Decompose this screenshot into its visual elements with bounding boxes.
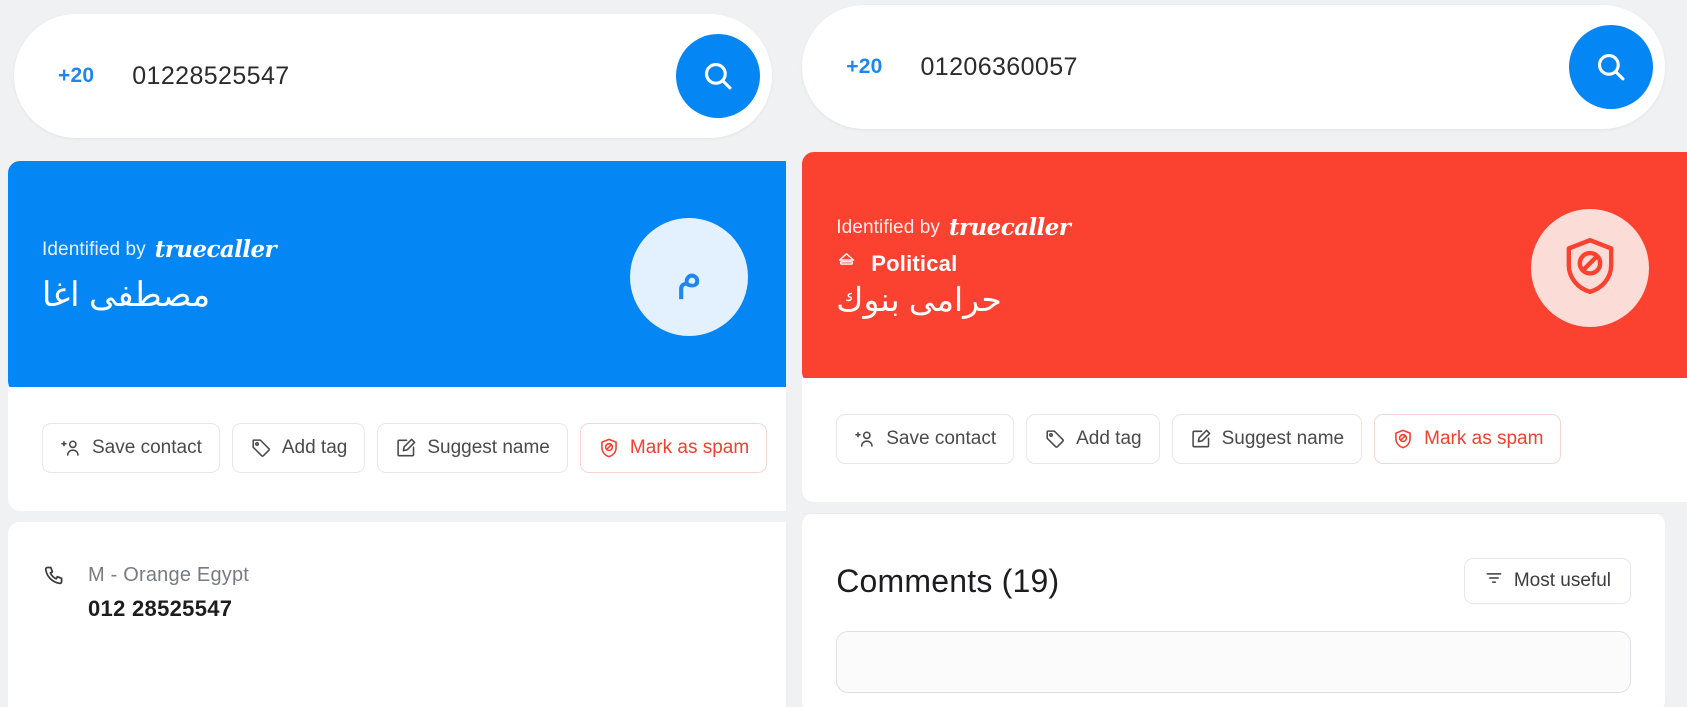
ballot-box-icon — [836, 251, 857, 277]
edit-square-icon — [395, 437, 417, 459]
right-country-code[interactable]: +20 — [846, 55, 882, 79]
left-suggest-name-button[interactable]: Suggest name — [377, 423, 568, 473]
right-avatar — [1531, 209, 1649, 327]
person-add-icon — [60, 437, 82, 459]
right-spam-tag-row: Political — [836, 251, 1531, 277]
left-mark-as-spam-button[interactable]: Mark as spam — [579, 423, 768, 473]
person-add-icon — [854, 428, 876, 450]
search-icon — [701, 59, 735, 93]
shield-block-icon — [598, 437, 620, 459]
left-search-bar[interactable]: +20 — [14, 14, 773, 138]
right-identified-row: Identified by truecaller — [836, 214, 1531, 241]
shield-block-icon — [1557, 233, 1623, 304]
panel-gutter — [786, 0, 795, 707]
left-search-button[interactable] — [676, 34, 761, 118]
right-contact-name: حرامى بنوك — [836, 281, 1002, 319]
right-phone-input[interactable] — [920, 52, 1569, 82]
left-suggest-name-label: Suggest name — [427, 437, 550, 458]
right-search-bar[interactable]: +20 — [802, 5, 1665, 129]
left-country-code[interactable]: +20 — [58, 64, 94, 88]
truecaller-dual-result-screen: +20 Identified by truecaller — [0, 0, 1687, 707]
right-truecaller-logo: truecaller — [949, 214, 1071, 242]
left-identity-text: Identified by truecaller مصطفى اغا — [8, 236, 630, 317]
shield-block-icon — [1392, 428, 1414, 450]
right-identified-by-label: Identified by — [836, 216, 941, 238]
left-number-meta: M - Orange Egypt 012 28525547 — [88, 564, 249, 622]
comments-title: Comments (19) — [836, 562, 1060, 599]
search-icon — [1594, 50, 1628, 84]
right-mark-as-spam-button[interactable]: Mark as spam — [1374, 414, 1562, 464]
right-mark-as-spam-label: Mark as spam — [1424, 428, 1544, 449]
right-suggest-name-button[interactable]: Suggest name — [1171, 414, 1363, 464]
avatar-initial-letter: م — [676, 251, 703, 298]
tag-icon — [250, 437, 272, 459]
filter-icon — [1484, 568, 1504, 594]
left-carrier-label: M - Orange Egypt — [88, 564, 250, 586]
right-suggest-name-label: Suggest name — [1221, 428, 1345, 449]
left-identity-card: Identified by truecaller مصطفى اغا م — [8, 161, 787, 393]
edit-square-icon — [1190, 428, 1212, 450]
left-mark-as-spam-label: Mark as spam — [629, 437, 750, 458]
right-search-button[interactable] — [1569, 25, 1653, 109]
comments-sort-label: Most useful — [1513, 570, 1611, 591]
left-add-tag-label: Add tag — [281, 437, 348, 458]
right-save-contact-label: Save contact — [886, 428, 997, 449]
left-contact-name: مصطفى اغا — [42, 276, 211, 315]
right-add-tag-label: Add tag — [1076, 428, 1142, 449]
left-search-area: +20 — [0, 0, 786, 138]
left-identified-row: Identified by truecaller — [42, 236, 630, 263]
left-actions-row: Save contact Add tag Suggest name Mark a… — [8, 387, 787, 511]
right-identity-card: Identified by truecaller Political حرامى… — [802, 152, 1687, 384]
left-number-info-card: M - Orange Egypt 012 28525547 — [8, 522, 787, 707]
left-add-tag-button[interactable]: Add tag — [231, 423, 366, 473]
right-add-tag-button[interactable]: Add tag — [1026, 414, 1160, 464]
phone-icon — [42, 564, 67, 594]
left-identified-by-label: Identified by — [42, 238, 146, 260]
left-phone-input[interactable] — [132, 61, 677, 91]
left-save-contact-label: Save contact — [92, 437, 202, 458]
left-avatar: م — [630, 218, 749, 336]
right-identity-text: Identified by truecaller Political حرامى… — [802, 214, 1531, 322]
comments-header: Comments (19) Most useful — [836, 514, 1631, 604]
right-search-area: +20 — [794, 0, 1687, 129]
left-result-panel: +20 Identified by truecaller — [0, 0, 787, 707]
left-save-contact-button[interactable]: Save contact — [42, 423, 220, 473]
right-actions-row: Save contact Add tag Suggest name Mark a… — [802, 378, 1687, 502]
right-spam-tag-label: Political — [871, 251, 958, 277]
left-truecaller-logo: truecaller — [154, 236, 277, 264]
right-comments-card: Comments (19) Most useful — [802, 513, 1665, 707]
right-result-panel: +20 Identified by truecaller — [794, 0, 1687, 707]
comment-input-box[interactable] — [836, 631, 1631, 693]
left-formatted-number: 012 28525547 — [88, 596, 233, 621]
tag-icon — [1044, 428, 1066, 450]
right-save-contact-button[interactable]: Save contact — [836, 414, 1015, 464]
left-number-row: M - Orange Egypt 012 28525547 — [42, 564, 762, 622]
comments-sort-button[interactable]: Most useful — [1463, 558, 1631, 604]
